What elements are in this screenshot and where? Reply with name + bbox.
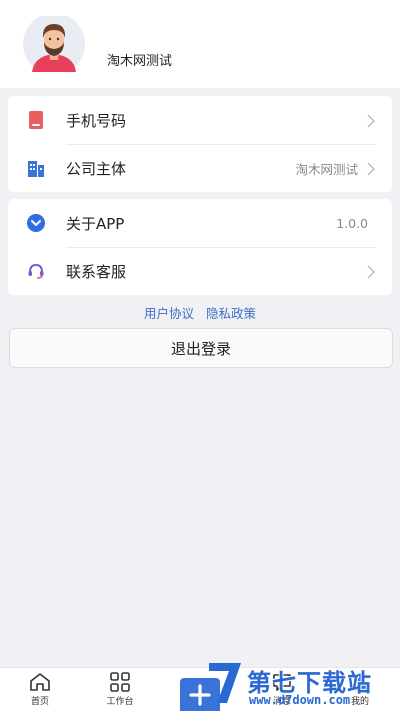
user-icon: [351, 673, 369, 691]
chevron-right-icon: [364, 113, 378, 128]
add-button[interactable]: [180, 678, 220, 711]
chevron-right-icon: [364, 161, 378, 176]
user-avatar-icon[interactable]: [22, 13, 86, 75]
menu-item-phone[interactable]: 手机号码: [8, 96, 392, 144]
tab-messages[interactable]: 消息: [254, 672, 310, 707]
menu-item-label: 公司主体: [66, 159, 127, 178]
menu-item-about-app[interactable]: 关于APP 1.0.0: [8, 199, 392, 247]
profile-header: 淘木网测试: [0, 0, 400, 88]
grid-icon: [110, 672, 130, 692]
tab-workbench[interactable]: 工作台: [92, 672, 148, 707]
menu-item-label: 联系客服: [66, 262, 127, 281]
tab-label: 工作台: [106, 697, 134, 707]
chevron-circle-icon: [26, 213, 46, 233]
account-info-card: 手机号码 公司主体 淘木网测试: [8, 96, 392, 192]
tab-mine[interactable]: 我的: [332, 672, 388, 707]
app-info-card: 关于APP 1.0.0 联系客服: [8, 199, 392, 295]
privacy-policy-link[interactable]: 隐私政策: [206, 306, 256, 321]
tab-home[interactable]: 首页: [12, 672, 68, 707]
menu-item-label: 关于APP: [66, 214, 125, 233]
username: 淘木网测试: [107, 54, 173, 69]
company-name-value: 淘木网测试: [295, 161, 358, 177]
chevron-right-icon: [364, 264, 378, 279]
menu-item-company[interactable]: 公司主体 淘木网测试: [8, 144, 392, 192]
menu-item-customer-service[interactable]: 联系客服: [8, 247, 392, 295]
tab-label: 消息: [272, 697, 291, 707]
plus-icon: [189, 683, 211, 706]
headset-icon: [26, 261, 46, 281]
app-version-value: 1.0.0: [336, 215, 368, 231]
logout-button[interactable]: 退出登录: [9, 328, 393, 368]
tab-label: 我的: [350, 697, 369, 707]
user-agreement-link[interactable]: 用户协议: [144, 306, 194, 321]
tab-label: 首页: [30, 697, 49, 707]
home-icon: [30, 673, 50, 691]
menu-item-label: 手机号码: [66, 111, 127, 130]
building-icon: [26, 158, 46, 178]
message-icon: [273, 674, 291, 691]
agreement-links: 用户协议 隐私政策: [0, 303, 400, 322]
phone-icon: [26, 110, 46, 130]
